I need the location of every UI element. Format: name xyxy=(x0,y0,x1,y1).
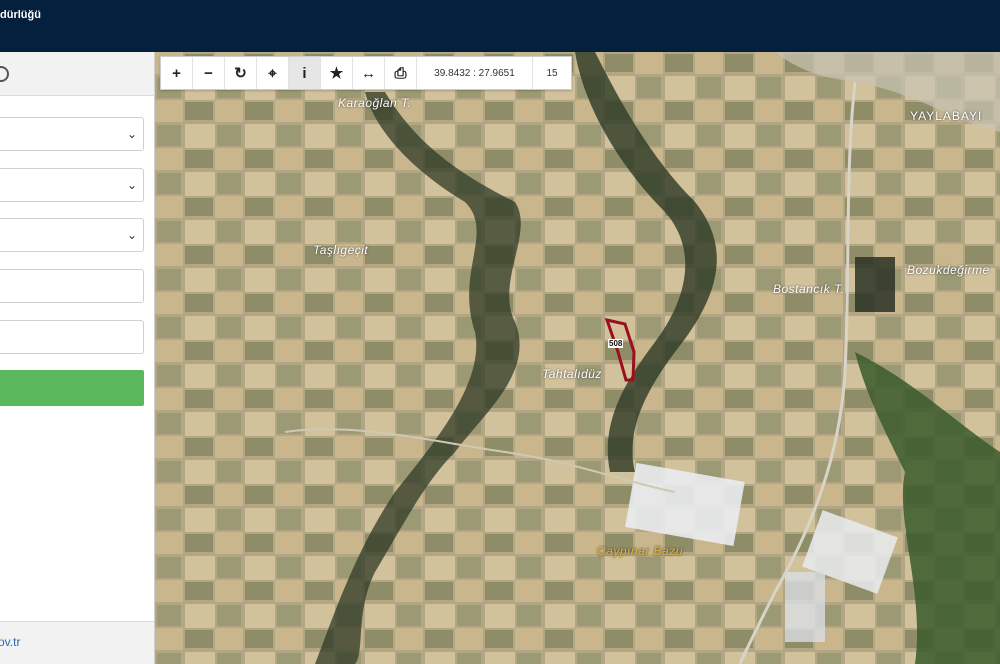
measure-icon[interactable]: ↔ xyxy=(353,57,385,89)
select-field-2[interactable]: ⌄ xyxy=(0,168,144,202)
place-label: Bostancık T. xyxy=(773,282,845,296)
place-label: Çaypınar Bazu xyxy=(597,544,683,558)
sidebar-header xyxy=(0,52,154,96)
satellite-map[interactable]: Karaoğlan T. Taşlıgeçit Tahtalıdüz Bosta… xyxy=(155,52,1000,664)
top-header: dürlüğü xyxy=(0,0,1000,52)
chevron-down-icon: ⌄ xyxy=(126,127,137,141)
zoom-level-readout: 15 xyxy=(546,67,558,79)
select-field-1[interactable]: ⌄ xyxy=(0,117,144,151)
locate-icon[interactable]: ⌖ xyxy=(257,57,289,89)
query-button[interactable] xyxy=(0,370,144,406)
map-imagery xyxy=(155,52,1000,664)
footer-link[interactable]: ov.tr xyxy=(0,635,20,649)
chevron-down-icon: ⌄ xyxy=(126,228,137,242)
select-field-3[interactable]: ⌄ xyxy=(0,218,144,252)
map-toolbar: + − ↻ ⌖ i ★ ↔ ⎙ 39.8432 : 27.9651 15 xyxy=(160,56,572,90)
coordinate-readout: 39.8432 : 27.9651 xyxy=(417,57,533,89)
header-title: dürlüğü xyxy=(0,9,41,21)
sidebar-footer: ov.tr xyxy=(0,621,154,664)
place-label: Bozukdeğirme xyxy=(907,263,990,277)
refresh-icon[interactable]: ↻ xyxy=(225,57,257,89)
sidebar-panel: ⌄ ⌄ ⌄ ov.tr xyxy=(0,52,155,664)
place-label: Karaoğlan T. xyxy=(338,96,412,110)
place-label: Tahtalıdüz xyxy=(542,367,602,381)
zoom-out-icon[interactable]: − xyxy=(193,57,225,89)
place-label: Taşlıgeçit xyxy=(313,243,369,257)
text-input-2[interactable] xyxy=(0,320,144,354)
zoom-in-icon[interactable]: + xyxy=(161,57,193,89)
place-label: YAYLABAYI xyxy=(910,109,983,123)
info-icon[interactable]: i xyxy=(289,57,321,89)
search-icon[interactable] xyxy=(0,66,9,82)
star-icon[interactable]: ★ xyxy=(321,57,353,89)
parcel-label[interactable]: 508 xyxy=(608,339,624,348)
print-icon[interactable]: ⎙ xyxy=(385,57,417,89)
text-input-1[interactable] xyxy=(0,269,144,303)
chevron-down-icon: ⌄ xyxy=(126,178,137,192)
